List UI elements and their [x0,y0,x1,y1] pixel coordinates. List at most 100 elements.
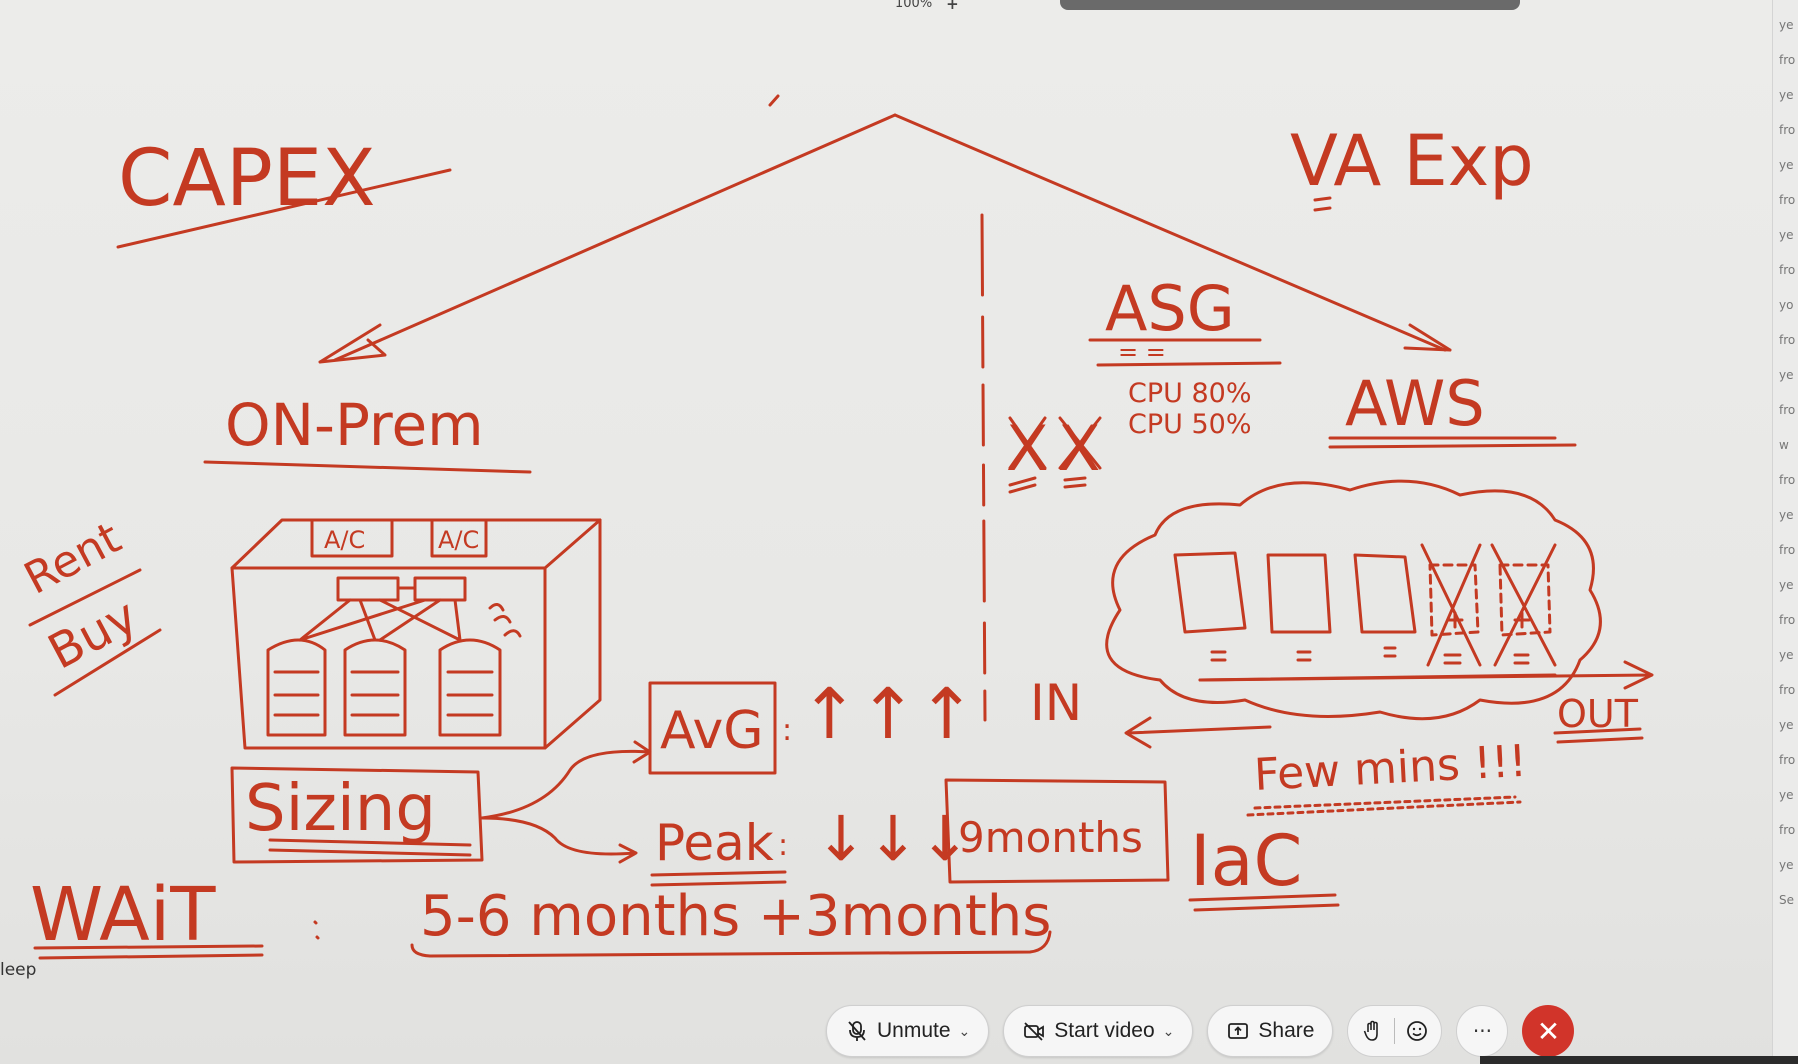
onprem-underline [203,460,532,474]
chat-message-fragment: fro [1779,543,1796,557]
in-label: IN [1030,674,1082,732]
chat-message-fragment: ye [1779,88,1794,102]
aws-label: AWS [1345,367,1485,440]
chevron-down-icon[interactable]: ⌄ [1163,1023,1175,1040]
xx-label-visible-2: X [1058,412,1100,485]
chat-panel[interactable]: ye fro ye fro ye fro ye fro yo fro ye fro w fro ye fro y… [1772,0,1798,1064]
chat-message-fragment: ye [1779,228,1794,242]
capex-label: CAPEX [118,134,376,224]
out-arrow [1198,660,1654,690]
chat-message-fragment: fro [1779,683,1796,697]
chat-message-fragment: Se [1779,893,1794,907]
emoji-reaction-icon[interactable] [1405,1019,1429,1043]
start-video-label: Start video [1054,1019,1155,1042]
asg-label: ASG [1105,272,1235,345]
sizing-arrow-down [480,816,638,864]
chat-message-fragment: fro [1779,823,1796,837]
chat-message-fragment: ye [1779,158,1794,172]
zoom-control: 100% + [895,0,959,12]
server-rack-3 [438,638,502,737]
instance-1 [1173,551,1247,634]
server-switches [336,576,467,602]
heat-squiggles [488,603,522,638]
ac-label-2: A/C [438,526,479,554]
va-exp-label: VA Exp [1290,120,1534,202]
divider [1394,1018,1396,1044]
down-arrows: ↓↓↓ [815,802,971,875]
nine-months-label: 9months [958,813,1143,862]
microphone-muted-icon [848,1021,866,1041]
pen-dot [768,94,780,107]
buy-label: Buy [39,588,146,681]
raise-hand-icon[interactable] [1360,1019,1384,1043]
end-call-button[interactable]: ✕ [1522,1005,1575,1057]
sidebar-label: leep [0,960,37,980]
on-prem-label: ON-Prem [225,391,484,459]
instance-3 [1353,553,1417,634]
avg-colon: : [782,713,792,748]
chat-message-fragment: fro [1779,123,1796,137]
taskbar-edge [1480,1056,1798,1064]
screen-share-bar [1060,0,1520,10]
xx-label-visible: X [1006,412,1048,485]
meeting-toolbar: Unmute ⌄ Start video ⌄ Share ··· ✕ [826,1004,1575,1058]
sizing-arrow-up [480,740,652,820]
chat-message-fragment: ye [1779,718,1794,732]
chat-message-fragment: yo [1779,298,1794,312]
sizing-label: Sizing [245,772,436,846]
wait-time-label: 5-6 months +3months [420,884,1051,949]
tent-left-line [333,113,897,362]
chat-message-fragment: fro [1779,333,1796,347]
chat-message-fragment: fro [1779,53,1796,67]
wait-label: WAiT [30,872,216,958]
chat-message-fragment: ye [1779,788,1794,802]
server-rack-2 [343,638,407,737]
chat-message-fragment: ye [1779,858,1794,872]
rent-label: Rent [16,512,129,604]
tent-right-arrowhead [1403,323,1452,352]
unmute-button[interactable]: Unmute ⌄ [826,1005,990,1057]
video-off-icon [1024,1022,1045,1041]
out-label: OUT [1557,692,1639,736]
chat-message-fragment: fro [1779,613,1796,627]
chat-message-fragment: fro [1779,263,1796,277]
chat-message-fragment: ye [1779,648,1794,662]
server-rack-1 [266,638,327,737]
share-button[interactable]: Share [1207,1005,1334,1057]
reactions-group [1347,1005,1443,1057]
whiteboard-drawing: CAPEX VA Exp ON-Prem ASG = = CPU 80% CPU… [16,94,1654,960]
few-mins-label: Few mins !!! [1253,736,1528,801]
aws-underline-2 [1328,443,1577,449]
ac-label-1: A/C [324,526,365,554]
few-mins-underline [1246,795,1522,817]
instance-bases [1210,646,1530,665]
peak-colon: : [778,828,788,863]
start-video-button[interactable]: Start video ⌄ [1003,1005,1194,1057]
more-options-button[interactable]: ··· [1456,1005,1509,1057]
chat-message-fragment: w [1779,438,1789,452]
chat-message-fragment: fro [1779,753,1796,767]
share-screen-icon [1228,1023,1249,1039]
iac-label: IaC [1190,820,1302,902]
chevron-down-icon[interactable]: ⌄ [959,1023,971,1040]
cpu-50-label: CPU 50% [1128,409,1252,440]
server-wires [298,598,462,642]
share-label: Share [1258,1019,1315,1042]
wait-colon [313,920,320,940]
chat-message-fragment: ye [1779,508,1794,522]
asg-marks: = = [1118,338,1166,366]
whiteboard[interactable]: CAPEX VA Exp ON-Prem ASG = = CPU 80% CPU… [0,0,1798,1064]
instance-cross-2 [1490,543,1557,667]
instance-2 [1266,553,1332,634]
chat-message-fragment: ye [1779,18,1794,32]
chat-message-fragment: fro [1779,403,1796,417]
chat-message-fragment: fro [1779,473,1796,487]
peak-label: Peak [655,814,774,872]
divider-line [980,213,987,722]
avg-label: AvG [660,701,764,761]
chat-message-fragment: ye [1779,578,1794,592]
in-arrow [1124,716,1272,749]
zoom-level: 100% [895,0,933,11]
zoom-in-button[interactable]: + [946,0,959,12]
chat-message-fragment: ye [1779,368,1794,382]
